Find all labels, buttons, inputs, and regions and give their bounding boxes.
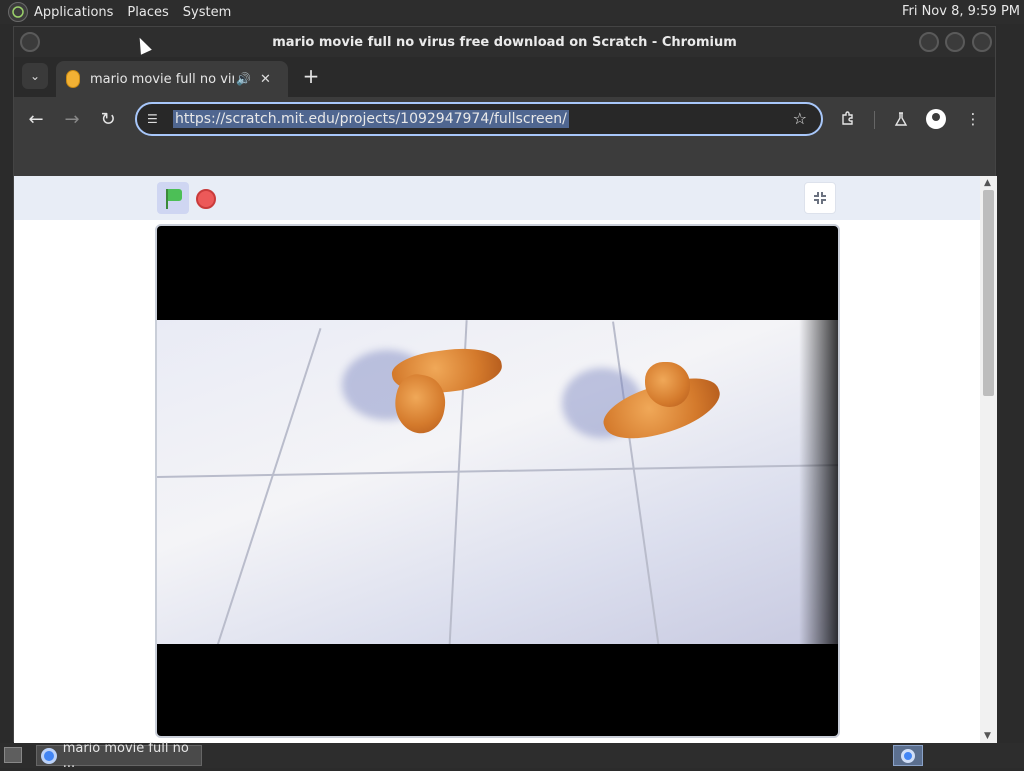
extensions-button[interactable]: [836, 107, 860, 131]
window-title: mario movie full no virus free download …: [272, 34, 737, 50]
close-tab-icon[interactable]: ✕: [260, 72, 276, 87]
puzzle-icon: [842, 111, 853, 125]
star-icon[interactable]: ☆: [793, 109, 807, 128]
scratch-favicon-icon: [66, 70, 80, 88]
url-text[interactable]: https://scratch.mit.edu/projects/1092947…: [173, 110, 569, 128]
tab-search-button[interactable]: ⌄: [22, 63, 48, 89]
tab-active[interactable]: mario movie full no virus free download …: [56, 61, 288, 97]
scroll-down-icon[interactable]: ▼: [984, 731, 991, 741]
chromium-icon: [41, 747, 57, 764]
close-window-button[interactable]: [972, 32, 992, 52]
toolbar-separator: [874, 111, 875, 129]
arrow-left-icon: ←: [28, 108, 44, 130]
arrow-right-icon: →: [64, 108, 80, 130]
show-desktop-icon[interactable]: [4, 747, 22, 763]
taskbar-window-button[interactable]: mario movie full no ...: [36, 741, 202, 771]
unfullscreen-button[interactable]: [804, 182, 836, 214]
toolbar-extension-area: [14, 141, 995, 176]
minimize-button[interactable]: [919, 32, 939, 52]
distro-logo-icon[interactable]: [8, 2, 28, 22]
reload-button[interactable]: ↻: [96, 107, 120, 131]
stop-button[interactable]: [196, 189, 216, 209]
forward-button[interactable]: →: [60, 107, 84, 131]
tab-strip: ⌄ mario movie full no virus free downloa…: [14, 57, 995, 97]
bottom-taskbar: mario movie full no ...: [0, 741, 1024, 771]
flask-icon: [894, 112, 908, 126]
plus-icon: +: [302, 64, 320, 88]
menu-places[interactable]: Places: [127, 5, 168, 20]
back-button[interactable]: ←: [24, 107, 48, 131]
taskbar-window-label: mario movie full no ...: [62, 740, 189, 771]
unfullscreen-icon: [814, 192, 826, 204]
maximize-button[interactable]: [945, 32, 965, 52]
stage-header: [14, 176, 980, 220]
browser-toolbar: ← → ↻ ☰ https://scratch.mit.edu/projects…: [14, 97, 995, 141]
window-menu-button[interactable]: [20, 32, 40, 52]
browser-window: mario movie full no virus free download …: [13, 26, 997, 743]
tray-chromium-button[interactable]: [893, 745, 923, 766]
tab-title: mario movie full no virus free download …: [90, 71, 234, 87]
project-stage[interactable]: [155, 224, 840, 738]
speaker-icon[interactable]: 🔊: [236, 72, 252, 86]
green-flag-button[interactable]: [157, 182, 189, 214]
menu-applications[interactable]: Applications: [34, 5, 113, 20]
menu-system[interactable]: System: [183, 5, 231, 20]
reload-icon: ↻: [100, 108, 116, 130]
scrollbar-thumb[interactable]: [983, 190, 994, 396]
kebab-menu-icon: ⋮: [965, 110, 981, 128]
window-titlebar[interactable]: mario movie full no virus free download …: [14, 27, 995, 57]
labs-button[interactable]: [889, 107, 913, 131]
top-panel: Applications Places System Fri Nov 8, 9:…: [0, 0, 1024, 24]
chrome-menu-button[interactable]: ⋮: [961, 107, 985, 131]
new-tab-button[interactable]: +: [298, 63, 324, 89]
panel-clock[interactable]: Fri Nov 8, 9:59 PM: [902, 4, 1020, 19]
page-scrollbar[interactable]: ▲ ▼: [980, 176, 997, 743]
stage-video-frame: [157, 320, 838, 644]
chromium-icon: [901, 748, 915, 763]
address-bar[interactable]: ☰ https://scratch.mit.edu/projects/10929…: [135, 102, 823, 136]
tune-icon[interactable]: ☰: [147, 112, 163, 126]
chevron-down-icon: ⌄: [29, 69, 41, 83]
scratch-fullscreen-page: [14, 176, 980, 743]
scroll-up-icon[interactable]: ▲: [984, 178, 991, 188]
avatar-icon[interactable]: [926, 109, 946, 129]
